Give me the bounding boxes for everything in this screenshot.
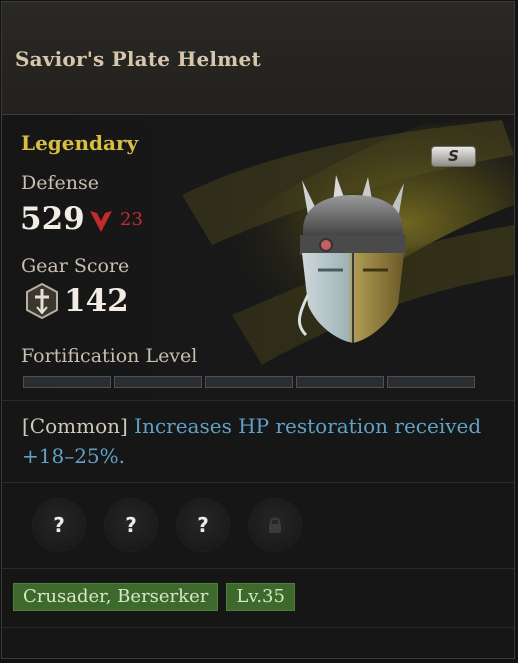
requirement-tags: Crusader, Berserker Lv.35 [13, 583, 295, 611]
fortification-label: Fortification Level [21, 345, 198, 367]
socket-unknown-icon: ? [197, 513, 209, 537]
gear-score-label: Gear Score [21, 255, 130, 277]
divider [2, 482, 514, 483]
fortification-segment [23, 376, 111, 388]
gear-score-value: 142 [64, 283, 129, 319]
level-requirement-tag: Lv.35 [226, 583, 295, 611]
divider [2, 568, 514, 569]
socket-slot[interactable]: ? [104, 498, 158, 552]
fortification-segment [387, 376, 475, 388]
socket-unknown-icon: ? [125, 513, 137, 537]
item-summary: Legendary S Defense 529 23 Gear Score 14… [2, 115, 514, 401]
item-grade: Legendary [21, 131, 139, 155]
effect-tag: [Common] [22, 414, 128, 438]
divider [2, 627, 514, 628]
item-name: Savior's Plate Helmet [15, 47, 261, 71]
class-requirement-tag: Crusader, Berserker [13, 583, 219, 611]
socket-slot-locked[interactable] [248, 498, 302, 552]
helmet-icon [298, 175, 406, 343]
gear-score-icon [26, 283, 58, 319]
socket-slot[interactable]: ? [176, 498, 230, 552]
defense-value: 529 [20, 201, 85, 237]
socket-slot[interactable]: ? [32, 498, 86, 552]
socket-row: ? ? ? [32, 498, 302, 552]
tier-badge: S [431, 146, 476, 167]
item-effect: [Common] Increases HP restoration receiv… [22, 411, 492, 471]
fortification-segment [205, 376, 293, 388]
item-tooltip: Savior's Plate Helmet Legendary S Defens… [1, 1, 515, 659]
defense-diff: 23 [120, 209, 143, 230]
fortification-segment [114, 376, 202, 388]
defense-label: Defense [21, 172, 99, 194]
fortification-bar [23, 376, 475, 388]
socket-unknown-icon: ? [53, 513, 65, 537]
lock-icon [269, 517, 281, 533]
tooltip-header: Savior's Plate Helmet [2, 2, 514, 115]
stat-decrease-icon [90, 211, 112, 232]
fortification-segment [296, 376, 384, 388]
